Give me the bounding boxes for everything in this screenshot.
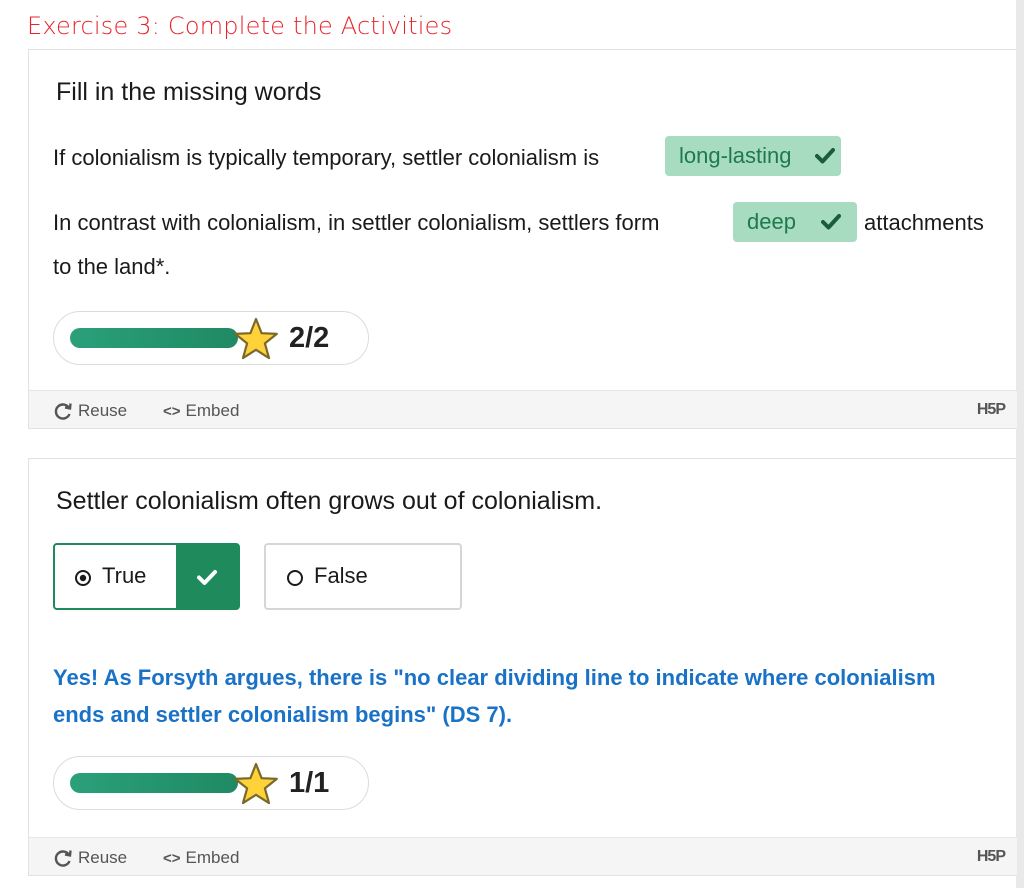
sentence-2-line-2: to the land*. xyxy=(53,254,171,279)
sentence-2-ending: attachments xyxy=(864,210,984,235)
reuse-button[interactable]: Reuse xyxy=(53,848,127,868)
blank-2-text: deep xyxy=(747,209,796,234)
reuse-label: Reuse xyxy=(78,848,128,867)
scroll-divider xyxy=(1016,0,1024,888)
sentence-1: If colonialism is typically temporary, s… xyxy=(53,145,599,171)
sentence-2: In contrast with colonialism, in settler… xyxy=(53,210,659,236)
blank-1-answer[interactable]: long-lasting xyxy=(665,136,841,176)
refresh-icon xyxy=(54,850,72,867)
h5p-logo[interactable]: H5P xyxy=(977,848,1006,866)
code-icon: <> xyxy=(163,849,181,867)
code-icon: <> xyxy=(163,402,181,420)
h5p-footer: Reuse <> Embed H5P xyxy=(29,390,1017,428)
checkmark-icon xyxy=(821,214,841,230)
embed-button[interactable]: <> Embed xyxy=(163,401,239,421)
score-progress-bar xyxy=(70,328,238,348)
radio-selected-icon xyxy=(75,570,91,586)
sentence-1-text: If colonialism is typically temporary, s… xyxy=(53,145,600,170)
activity-title: Fill in the missing words xyxy=(56,78,322,106)
fill-blanks-activity: Fill in the missing words If colonialism… xyxy=(28,49,1017,429)
h5p-logo[interactable]: H5P xyxy=(977,401,1006,419)
blank-1-text: long-lasting xyxy=(679,143,792,168)
embed-label: Embed xyxy=(185,401,240,420)
reuse-button[interactable]: Reuse xyxy=(53,401,127,421)
score-display: 1/1 xyxy=(53,756,369,810)
star-icon xyxy=(234,762,278,805)
radio-empty-icon xyxy=(287,570,303,586)
score-text: 1/1 xyxy=(289,767,330,799)
correct-indicator xyxy=(176,545,238,608)
score-text: 2/2 xyxy=(289,322,330,354)
embed-label: Embed xyxy=(185,848,240,867)
refresh-icon xyxy=(54,403,72,420)
score-progress-bar xyxy=(70,773,238,793)
page-title: Exercise 3: Complete the Activities xyxy=(27,12,453,40)
reuse-label: Reuse xyxy=(78,401,128,420)
embed-button[interactable]: <> Embed xyxy=(163,848,239,868)
star-icon xyxy=(234,317,278,360)
true-false-activity: Settler colonialism often grows out of c… xyxy=(28,458,1017,876)
false-option[interactable]: False xyxy=(264,543,462,610)
false-label: False xyxy=(314,563,368,588)
true-option[interactable]: True xyxy=(53,543,240,610)
sentence-2-text: In contrast with colonialism, in settler… xyxy=(53,210,660,235)
checkmark-icon xyxy=(197,570,217,585)
question-text: Settler colonialism often grows out of c… xyxy=(56,487,603,515)
true-label: True xyxy=(102,563,147,588)
h5p-footer: Reuse <> Embed H5P xyxy=(29,837,1017,875)
feedback-message: Yes! As Forsyth argues, there is "no cle… xyxy=(53,665,936,727)
score-display: 2/2 xyxy=(53,311,369,365)
checkmark-icon xyxy=(815,148,835,164)
blank-2-answer[interactable]: deep xyxy=(733,202,857,242)
